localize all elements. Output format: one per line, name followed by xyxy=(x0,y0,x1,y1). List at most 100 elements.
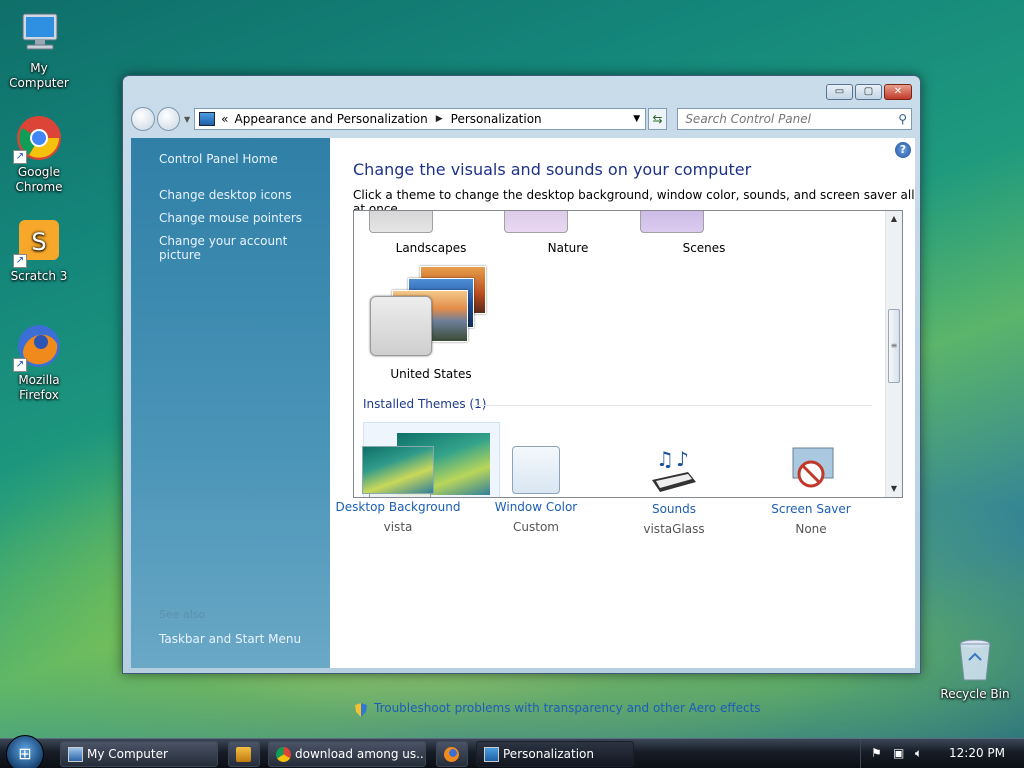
change-account-picture-link[interactable]: Change your account picture xyxy=(159,234,330,262)
desktop-icon-label: Mozilla Firefox xyxy=(18,373,60,402)
close-button[interactable]: ✕ xyxy=(884,84,912,100)
taskbar: ⊞ My Computer download among us... Perso… xyxy=(0,735,1024,768)
desktop-background-icon xyxy=(362,446,434,494)
taskbar-button-chrome[interactable]: download among us... xyxy=(268,741,426,767)
search-icon[interactable]: ⚲ xyxy=(898,112,907,126)
theme-thumbnail-scenes[interactable] xyxy=(640,211,704,233)
main-content: ? Change the visuals and sounds on your … xyxy=(330,138,915,717)
firefox-icon xyxy=(444,747,459,762)
screen-saver-value: None xyxy=(795,522,827,536)
svg-text:♫: ♫ xyxy=(656,447,674,471)
media-player-icon xyxy=(236,747,251,762)
control-panel-home-link[interactable]: Control Panel Home xyxy=(159,152,278,166)
theme-label-nature[interactable]: Nature xyxy=(500,241,636,255)
media-player-quicklaunch[interactable] xyxy=(228,741,260,767)
address-bar[interactable]: « Appearance and Personalization ▶ Perso… xyxy=(194,108,646,130)
chrome-icon xyxy=(276,747,291,762)
desktop-icon-label: Scratch 3 xyxy=(10,269,68,283)
recent-pages-dropdown[interactable]: ▼ xyxy=(184,115,190,124)
minimize-button[interactable]: ▭ xyxy=(826,84,853,100)
theme-thumbnail-landscapes[interactable] xyxy=(369,211,433,233)
scroll-down-icon[interactable]: ▼ xyxy=(886,481,902,497)
maximize-button[interactable]: ▢ xyxy=(855,84,882,100)
shortcut-arrow-icon: ↗ xyxy=(13,150,27,164)
theme-label-united-states[interactable]: United States xyxy=(363,367,499,381)
address-dropdown-icon[interactable]: ▼ xyxy=(629,114,645,124)
security-alert-icon[interactable]: ⚑ xyxy=(871,746,882,760)
taskbar-button-label: My Computer xyxy=(87,747,168,761)
theme-label-scenes[interactable]: Scenes xyxy=(636,241,772,255)
sounds-icon: ♫ ♪ xyxy=(638,446,710,496)
desktop-icon-scratch[interactable]: S ↗ Scratch 3 xyxy=(0,218,78,284)
desktop-icon-google-chrome[interactable]: ↗ Google Chrome xyxy=(0,114,78,195)
control-panel-icon xyxy=(484,747,499,762)
window-color-setting[interactable]: Window Color Custom xyxy=(461,446,611,534)
scroll-up-icon[interactable]: ▲ xyxy=(886,211,902,227)
window-color-link[interactable]: Window Color xyxy=(461,500,611,514)
screen-saver-icon xyxy=(775,446,847,496)
screen-saver-link[interactable]: Screen Saver xyxy=(736,502,886,516)
sounds-setting[interactable]: ♫ ♪ Sounds vistaGlass xyxy=(599,446,749,536)
clock[interactable]: 12:20 PM xyxy=(949,746,1005,760)
change-desktop-icons-link[interactable]: Change desktop icons xyxy=(159,188,292,202)
notification-area: ⚑ ▣ 🔈︎ 12:20 PM xyxy=(860,739,1024,768)
scroll-thumb[interactable]: ≡ xyxy=(888,309,900,383)
desktop-background-setting[interactable]: Desktop Background vista xyxy=(323,446,473,534)
group-divider xyxy=(472,405,872,406)
taskbar-button-label: download among us... xyxy=(295,747,426,761)
firefox-quicklaunch[interactable] xyxy=(436,741,468,767)
change-mouse-pointers-link[interactable]: Change mouse pointers xyxy=(159,211,302,225)
breadcrumb-personalization[interactable]: Personalization xyxy=(451,112,542,126)
shortcut-arrow-icon: ↗ xyxy=(13,254,27,268)
window-color-value: Custom xyxy=(513,520,559,534)
troubleshoot-aero-link[interactable]: Troubleshoot problems with transparency … xyxy=(374,701,761,715)
desktop-icon-label: Recycle Bin xyxy=(940,687,1010,701)
caption-buttons: ▭ ▢ ✕ xyxy=(826,84,912,100)
see-also-heading: See also xyxy=(159,608,206,621)
desktop-background-value: vista xyxy=(383,520,413,534)
sounds-link[interactable]: Sounds xyxy=(599,502,749,516)
desktop-icon-label: Google Chrome xyxy=(15,165,63,194)
scratch-icon: S ↗ xyxy=(13,218,63,268)
desktop-icon-recycle-bin[interactable]: Recycle Bin xyxy=(936,636,1014,702)
installed-themes-header[interactable]: Installed Themes (1) xyxy=(363,397,486,411)
window-color-icon xyxy=(512,446,560,494)
search-input[interactable]: Search Control Panel ⚲ xyxy=(677,108,913,130)
svg-text:S: S xyxy=(31,228,46,256)
breadcrumb-prefix[interactable]: « xyxy=(221,112,228,126)
firefox-icon: ↗ xyxy=(13,322,63,372)
breadcrumb-separator-icon[interactable]: ▶ xyxy=(436,114,443,124)
shortcut-arrow-icon: ↗ xyxy=(13,358,27,372)
sounds-value: vistaGlass xyxy=(643,522,705,536)
recycle-bin-icon xyxy=(951,636,999,684)
start-button[interactable]: ⊞ xyxy=(6,735,44,768)
computer-icon xyxy=(68,747,83,762)
navigation-bar: ▼ « Appearance and Personalization ▶ Per… xyxy=(131,106,913,132)
desktop-icon-mozilla-firefox[interactable]: ↗ Mozilla Firefox xyxy=(0,322,78,403)
taskbar-button-label: Personalization xyxy=(503,747,594,761)
refresh-button[interactable]: ⇆ xyxy=(647,108,668,130)
volume-icon[interactable]: 🔈︎ xyxy=(915,746,922,761)
theme-list-scrollbar[interactable]: ▲ ≡ ▼ xyxy=(885,211,902,497)
desktop-icon-label: My Computer xyxy=(9,61,69,90)
forward-button[interactable] xyxy=(156,107,180,131)
desktop-icon-my-computer[interactable]: My Computer xyxy=(0,10,78,91)
control-panel-icon xyxy=(199,112,216,126)
desktop-background-link[interactable]: Desktop Background xyxy=(323,500,473,514)
svg-text:♪: ♪ xyxy=(676,447,689,471)
network-icon[interactable]: ▣ xyxy=(893,746,904,760)
back-button[interactable] xyxy=(131,107,155,131)
taskbar-button-my-computer[interactable]: My Computer xyxy=(60,741,218,767)
theme-label-landscapes[interactable]: Landscapes xyxy=(363,241,499,255)
breadcrumb-appearance[interactable]: Appearance and Personalization xyxy=(235,112,428,126)
theme-thumbnail-nature[interactable] xyxy=(504,211,568,233)
chrome-icon: ↗ xyxy=(13,114,63,164)
page-title: Change the visuals and sounds on your co… xyxy=(353,160,752,179)
help-icon[interactable]: ? xyxy=(895,142,911,158)
taskbar-button-personalization[interactable]: Personalization xyxy=(476,741,634,767)
task-pane: Control Panel Home Change desktop icons … xyxy=(131,138,330,668)
personalization-window: ▭ ▢ ✕ ▼ « Appearance and Personalization… xyxy=(122,75,921,717)
taskbar-start-menu-link[interactable]: Taskbar and Start Menu xyxy=(159,632,301,646)
screen-saver-setting[interactable]: Screen Saver None xyxy=(736,446,886,536)
theme-thumbnail-united-states[interactable] xyxy=(368,266,488,362)
